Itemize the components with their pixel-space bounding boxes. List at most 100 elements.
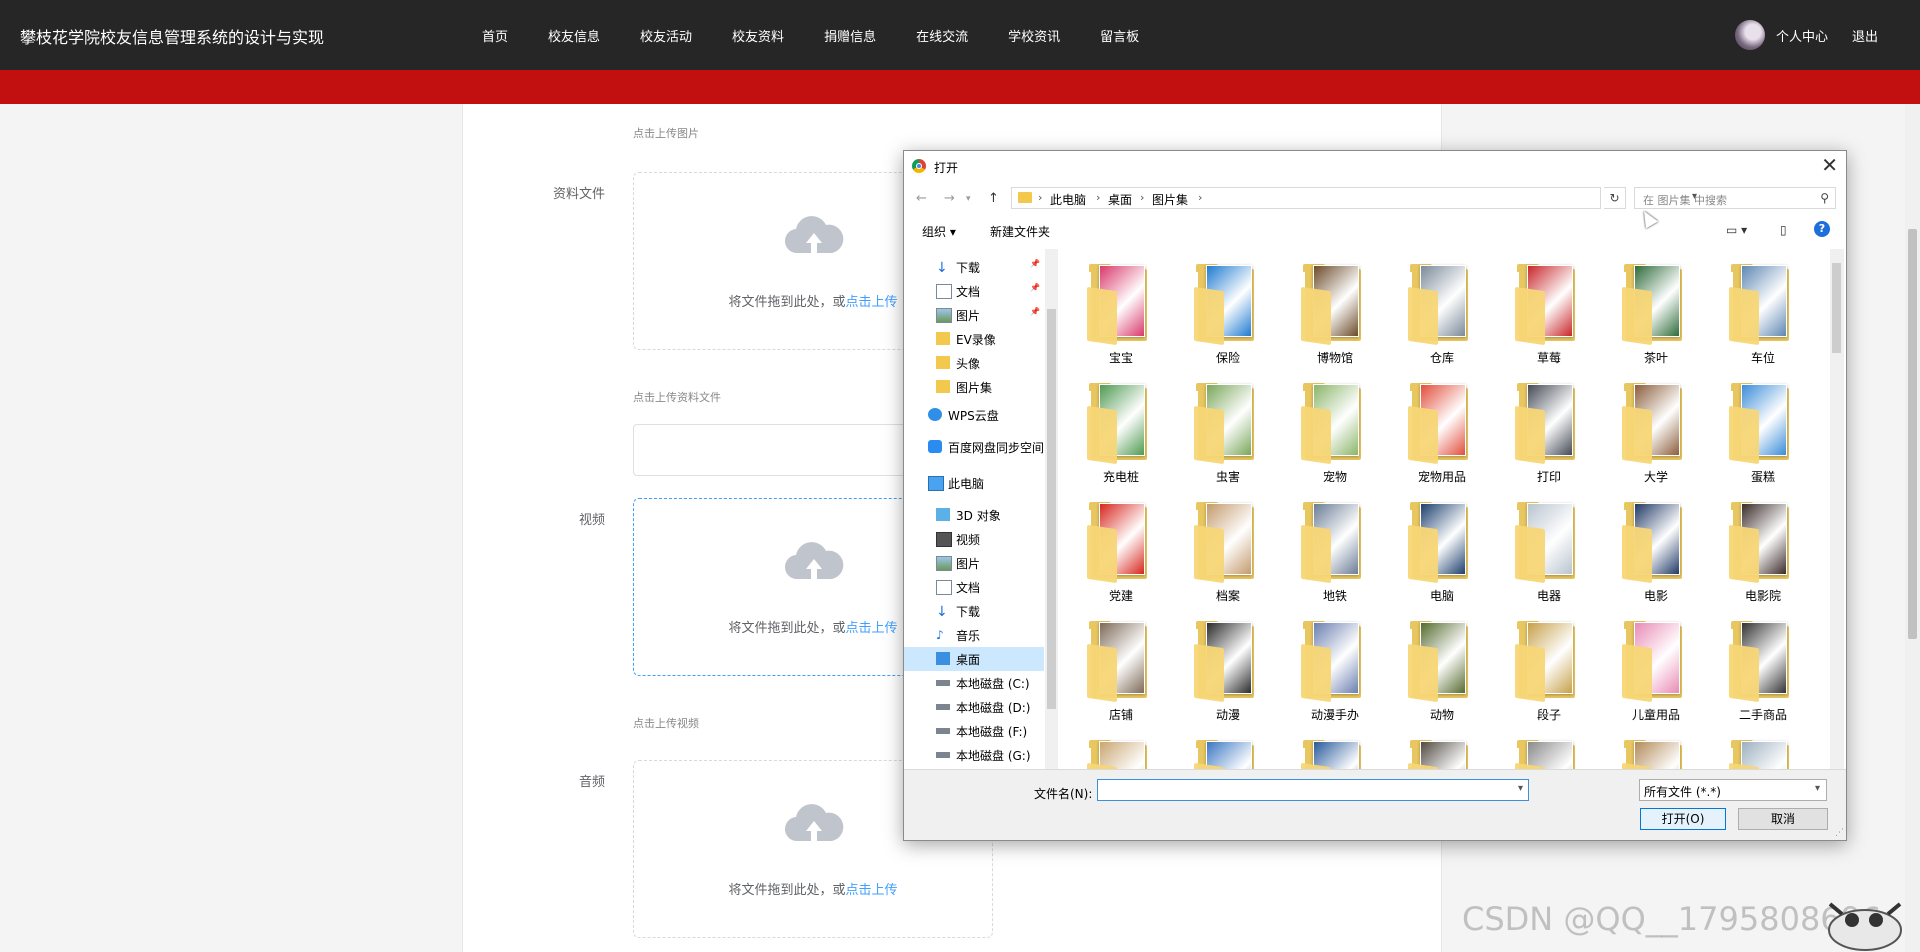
file-grid-scrollbar[interactable] — [1830, 249, 1844, 769]
folder-item[interactable]: 党建 — [1071, 495, 1171, 605]
folder-item[interactable]: 宠物用品 — [1392, 376, 1492, 486]
page-scrollbar-thumb[interactable] — [1908, 229, 1917, 639]
help-icon[interactable]: ? — [1814, 221, 1830, 237]
search-input[interactable]: 在 图片集 中搜索 ⚲ — [1634, 187, 1836, 209]
view-options-icon[interactable]: ▭ ▾ — [1726, 223, 1747, 237]
folder-item[interactable]: 车位 — [1713, 257, 1813, 367]
folder-item[interactable] — [1178, 733, 1278, 769]
sidebar-item[interactable]: 本地磁盘 (G:) — [904, 743, 1044, 767]
folder-item[interactable]: 博物馆 — [1285, 257, 1385, 367]
folder-item[interactable]: 草莓 — [1499, 257, 1599, 367]
nav-item[interactable]: 留言板 — [1100, 26, 1139, 45]
sidebar-item[interactable]: 百度网盘同步空间 — [904, 435, 1044, 459]
folder-item[interactable]: 宝宝 — [1071, 257, 1171, 367]
resize-grip-icon[interactable]: ⋰ — [1835, 828, 1844, 838]
sidebar-item[interactable]: EV录像 — [904, 327, 1044, 351]
close-icon[interactable]: ✕ — [1821, 153, 1838, 177]
open-button[interactable]: 打开(O) — [1640, 808, 1726, 830]
refresh-icon[interactable]: ↻ — [1604, 187, 1626, 209]
organize-menu[interactable]: 组织 ▾ — [922, 223, 956, 240]
folder-item[interactable]: 电脑 — [1392, 495, 1492, 605]
video-upload-link[interactable]: 点击上传 — [846, 621, 898, 636]
folder-item[interactable]: 充电桩 — [1071, 376, 1171, 486]
file-upload-link[interactable]: 点击上传 — [846, 295, 898, 310]
breadcrumb-image-set[interactable]: 图片集 — [1152, 191, 1188, 208]
up-arrow-icon[interactable]: ↑ — [988, 191, 999, 206]
folder-item[interactable]: 二手商品 — [1713, 614, 1813, 724]
sidebar-item[interactable]: 文档 — [904, 575, 1044, 599]
nav-item[interactable]: 捐赠信息 — [824, 26, 876, 45]
folder-item[interactable]: 动物 — [1392, 614, 1492, 724]
folder-item[interactable] — [1713, 733, 1813, 769]
sidebar-item[interactable]: ♪ 音乐 — [904, 623, 1044, 647]
address-bar[interactable]: › 此电脑 › 桌面 › 图片集 › ▾ — [1011, 187, 1697, 209]
nav-item[interactable]: 在线交流 — [916, 26, 968, 45]
breadcrumb-desktop[interactable]: 桌面 — [1108, 191, 1132, 208]
sidebar-item[interactable]: 桌面 — [904, 647, 1044, 671]
folder-item[interactable]: 段子 — [1499, 614, 1599, 724]
folder-item[interactable]: 宠物 — [1285, 376, 1385, 486]
sidebar-item[interactable]: 本地磁盘 (C:) — [904, 671, 1044, 695]
sidebar-item[interactable]: 文档 📌 — [904, 279, 1044, 303]
sidebar-item[interactable]: 3D 对象 — [904, 503, 1044, 527]
nav-item[interactable]: 学校资讯 — [1008, 26, 1060, 45]
filename-input[interactable]: ▾ — [1097, 779, 1529, 801]
sidebar-item[interactable]: WPS云盘 — [904, 403, 1044, 427]
folder-item[interactable]: 打印 — [1499, 376, 1599, 486]
audio-upload-link[interactable]: 点击上传 — [846, 883, 898, 898]
avatar[interactable] — [1735, 20, 1765, 50]
folder-item[interactable] — [1392, 733, 1492, 769]
folder-item[interactable]: 保险 — [1178, 257, 1278, 367]
folder-item[interactable] — [1285, 733, 1385, 769]
navigation-scrollbar[interactable] — [1045, 249, 1058, 769]
folder-item[interactable] — [1606, 733, 1706, 769]
back-arrow-icon[interactable]: ← — [916, 191, 927, 206]
sidebar-item[interactable]: 图片 📌 — [904, 303, 1044, 327]
nav-item[interactable]: 校友活动 — [640, 26, 692, 45]
sidebar-item[interactable]: 图片 — [904, 551, 1044, 575]
folder-item[interactable]: 电影院 — [1713, 495, 1813, 605]
folder-item[interactable]: 大学 — [1606, 376, 1706, 486]
folder-item[interactable]: 电器 — [1499, 495, 1599, 605]
sidebar-item[interactable]: 图片集 — [904, 375, 1044, 399]
sidebar-item[interactable]: 头像 — [904, 351, 1044, 375]
folder-item[interactable]: 动漫 — [1178, 614, 1278, 724]
breadcrumb-this-pc[interactable]: 此电脑 — [1050, 191, 1086, 208]
chevron-down-icon[interactable]: ▾ — [1518, 783, 1523, 794]
sidebar-item[interactable]: 本地磁盘 (D:) — [904, 695, 1044, 719]
logout-link[interactable]: 退出 — [1852, 26, 1878, 45]
folder-item[interactable]: 蛋糕 — [1713, 376, 1813, 486]
forward-arrow-icon[interactable]: → — [944, 191, 955, 206]
sidebar-item[interactable]: 本地磁盘 (F:) — [904, 719, 1044, 743]
site-title[interactable]: 攀枝花学院校友信息管理系统的设计与实现 — [20, 24, 324, 48]
folder-item[interactable]: 茶叶 — [1606, 257, 1706, 367]
folder-item[interactable]: 仓库 — [1392, 257, 1492, 367]
folder-item[interactable]: 地铁 — [1285, 495, 1385, 605]
dialog-titlebar[interactable]: 打开 ✕ — [904, 151, 1846, 181]
cancel-button[interactable]: 取消 — [1738, 808, 1828, 830]
preview-pane-icon[interactable]: ▯ — [1780, 223, 1787, 237]
nav-item[interactable]: 校友信息 — [548, 26, 600, 45]
sidebar-item-label: 文档 — [956, 285, 981, 299]
folder-item[interactable] — [1071, 733, 1171, 769]
folder-item[interactable]: 档案 — [1178, 495, 1278, 605]
page-scrollbar[interactable] — [1905, 104, 1920, 952]
sidebar-item[interactable]: ↓ 下载 📌 — [904, 255, 1044, 279]
filetype-select[interactable]: 所有文件 (*.*) ▾ — [1639, 779, 1827, 801]
user-center-link[interactable]: 个人中心 — [1776, 26, 1828, 45]
folder-item[interactable]: 店铺 — [1071, 614, 1171, 724]
sidebar-item[interactable]: 视频 — [904, 527, 1044, 551]
folder-item[interactable]: 电影 — [1606, 495, 1706, 605]
new-folder-button[interactable]: 新建文件夹 — [990, 223, 1050, 240]
folder-item[interactable]: 儿童用品 — [1606, 614, 1706, 724]
navigation-scrollbar-thumb[interactable] — [1047, 309, 1056, 709]
nav-item[interactable]: 校友资料 — [732, 26, 784, 45]
file-grid-scrollbar-thumb[interactable] — [1832, 263, 1841, 353]
nav-item[interactable]: 首页 — [482, 26, 508, 45]
recent-dropdown-icon[interactable]: ▾ — [966, 194, 971, 204]
sidebar-item[interactable]: ↓ 下载 — [904, 599, 1044, 623]
folder-item[interactable]: 动漫手办 — [1285, 614, 1385, 724]
folder-item[interactable] — [1499, 733, 1599, 769]
folder-item[interactable]: 虫害 — [1178, 376, 1278, 486]
sidebar-item[interactable]: 此电脑 — [904, 471, 1044, 495]
